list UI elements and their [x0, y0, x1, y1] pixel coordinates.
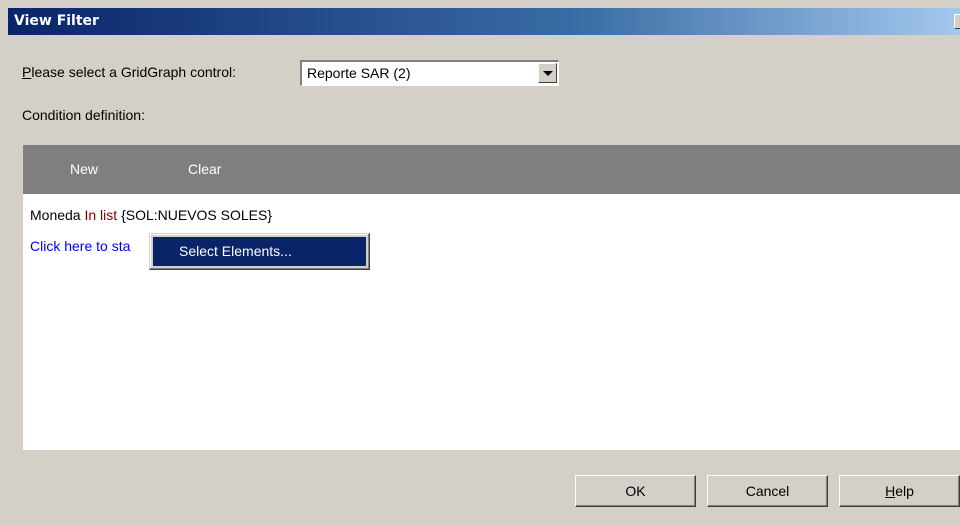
gridgraph-control-select[interactable]: Reporte SAR (2) [300, 60, 559, 86]
condition-row: Moneda In list {SOL:NUEVOS SOLES} [30, 207, 272, 223]
title-bar: View Filter × [8, 8, 960, 35]
close-button[interactable]: × [954, 14, 960, 29]
window-title: View Filter [14, 13, 99, 29]
condition-value[interactable]: {SOL:NUEVOS SOLES} [121, 207, 272, 223]
condition-operator[interactable]: In list [84, 207, 117, 223]
condition-toolbar: New Clear [23, 145, 960, 194]
dropdown-button[interactable] [538, 63, 557, 83]
condition-definition-label: Condition definition: [22, 107, 145, 123]
new-button[interactable]: New [70, 161, 98, 177]
ok-button[interactable]: OK [575, 475, 696, 507]
add-condition-link[interactable]: Click here to sta [30, 238, 130, 254]
chevron-down-icon [543, 71, 553, 76]
clear-button[interactable]: Clear [188, 161, 221, 177]
help-button[interactable]: Help [839, 475, 960, 507]
control-select-label: Please select a GridGraph control: [22, 64, 236, 80]
gridgraph-control-value: Reporte SAR (2) [307, 65, 411, 81]
select-elements-menu-item[interactable]: Select Elements... [153, 237, 366, 266]
cancel-button[interactable]: Cancel [707, 475, 828, 507]
context-menu: Select Elements... [149, 233, 370, 270]
condition-field[interactable]: Moneda [30, 207, 81, 223]
